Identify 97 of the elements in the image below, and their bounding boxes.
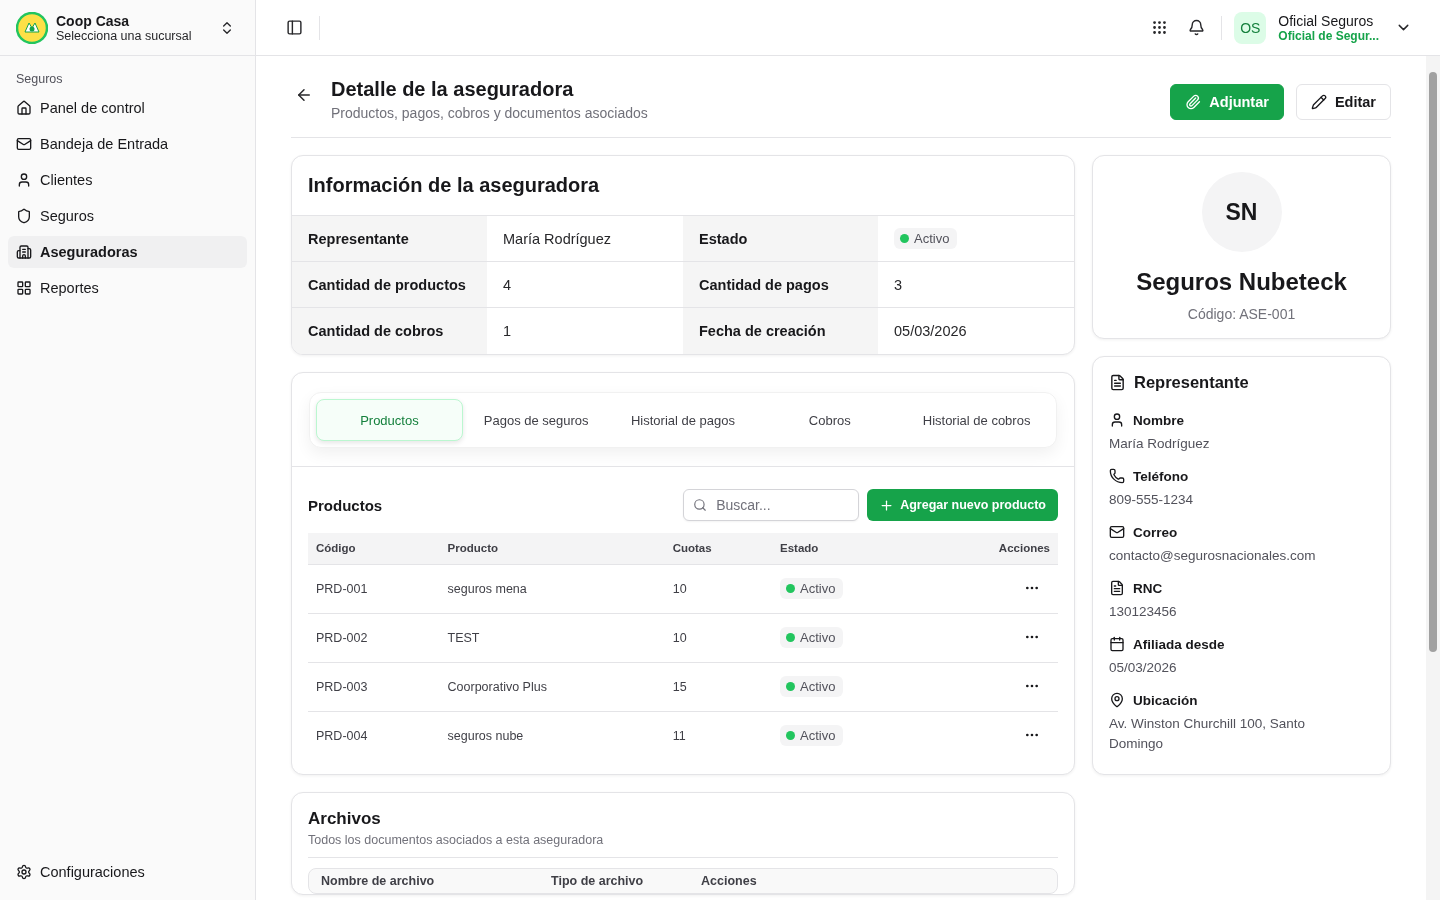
edit-button[interactable]: Editar bbox=[1295, 84, 1391, 120]
column-header: Código bbox=[308, 533, 440, 564]
status-badge: Activo bbox=[780, 725, 844, 747]
info-value: 1 bbox=[503, 323, 512, 339]
company-code: Código: ASE-001 bbox=[1187, 306, 1296, 322]
shield-icon bbox=[16, 208, 32, 224]
column-header: Nombre de archivo bbox=[321, 874, 436, 888]
info-value: 05/03/2026 bbox=[894, 323, 967, 339]
plus-icon bbox=[879, 497, 895, 513]
table-cell: seguros nube bbox=[439, 711, 665, 760]
field-value: 130123456 bbox=[1109, 603, 1178, 621]
info-label: Representante bbox=[292, 216, 487, 262]
card-subtitle: Todos los documentos asociados a esta aseguradora bbox=[308, 833, 1058, 858]
nav-item[interactable]: Clientes bbox=[8, 164, 247, 196]
column-header: Cuotas bbox=[664, 533, 772, 564]
mail-icon bbox=[16, 136, 32, 152]
user-icon bbox=[1109, 412, 1125, 428]
column-header: Tipo de archivo bbox=[551, 874, 645, 888]
table-cell: PRD-002 bbox=[308, 613, 440, 662]
user-role: Oficial de Segur... bbox=[1278, 28, 1379, 43]
table-cell: PRD-003 bbox=[308, 662, 440, 711]
settings-link[interactable]: Configuraciones bbox=[8, 856, 247, 888]
scrollbar[interactable] bbox=[1426, 56, 1440, 900]
document-icon bbox=[1109, 580, 1125, 596]
nav-item[interactable]: Aseguradoras bbox=[8, 236, 247, 268]
table-cell: PRD-004 bbox=[308, 711, 440, 760]
info-label: Estado bbox=[683, 216, 878, 262]
table-cell: PRD-001 bbox=[308, 564, 440, 613]
table-cell: 10 bbox=[664, 564, 772, 613]
info-value: María Rodríguez bbox=[503, 230, 611, 247]
section-title: Productos bbox=[308, 496, 384, 514]
field-label: RNC bbox=[1133, 580, 1163, 596]
field-label: Teléfono bbox=[1133, 468, 1189, 484]
document-icon bbox=[1109, 374, 1126, 391]
table-cell: TEST bbox=[439, 613, 665, 662]
column-header: Producto bbox=[439, 533, 665, 564]
nav-item[interactable]: Panel de control bbox=[8, 92, 247, 124]
page-title: Detalle de la aseguradora bbox=[331, 78, 575, 101]
field-label: Ubicación bbox=[1133, 692, 1198, 708]
info-label: Fecha de creación bbox=[683, 308, 878, 354]
info-label: Cantidad de productos bbox=[292, 262, 487, 308]
status-badge: Activo bbox=[780, 578, 844, 599]
phone-icon bbox=[1109, 468, 1125, 484]
settings-icon bbox=[16, 864, 32, 880]
nav-item[interactable]: Bandeja de Entrada bbox=[8, 128, 247, 160]
column-header: Acciones bbox=[701, 874, 758, 888]
field-value: Av. Winston Churchill 100, Santo Domingo bbox=[1109, 715, 1307, 753]
user-name: Oficial Seguros bbox=[1278, 12, 1375, 29]
info-label: Cantidad de cobros bbox=[292, 308, 487, 354]
pencil-icon bbox=[1310, 94, 1327, 110]
column-header: Acciones bbox=[926, 533, 1058, 564]
pin-icon bbox=[1109, 692, 1125, 708]
page-subtitle: Productos, pagos, cobros y documentos asociados bbox=[331, 105, 649, 121]
tab[interactable]: Historial de pagos bbox=[609, 399, 757, 441]
field-value: contacto@segurosnacionales.com bbox=[1109, 547, 1317, 565]
info-value: 3 bbox=[894, 276, 903, 293]
field-value: 05/03/2026 bbox=[1109, 659, 1178, 677]
field-label: Nombre bbox=[1133, 412, 1184, 428]
tab[interactable]: Historial de cobros bbox=[903, 399, 1050, 441]
logo-icon bbox=[16, 11, 48, 44]
company-name: Seguros Nubeteck bbox=[1136, 268, 1347, 296]
search-field[interactable]: Buscar... bbox=[683, 489, 860, 521]
tab[interactable]: Productos bbox=[316, 399, 463, 441]
grid-icon bbox=[16, 280, 32, 296]
card-title: Archivos bbox=[308, 809, 382, 829]
tab[interactable]: Pagos de seguros bbox=[462, 399, 610, 441]
nav-item[interactable]: Seguros bbox=[8, 200, 247, 232]
tab[interactable]: Cobros bbox=[756, 399, 904, 441]
section-label: Seguros bbox=[15, 71, 64, 88]
field-label: Correo bbox=[1133, 524, 1178, 540]
nav-item[interactable]: Reportes bbox=[8, 272, 247, 304]
org-subtitle: Selecciona una sucursal bbox=[56, 28, 193, 43]
status-badge: Activo bbox=[780, 676, 844, 697]
card-title: Representante bbox=[1134, 373, 1249, 392]
info-label: Cantidad de pagos bbox=[683, 262, 878, 308]
building-icon bbox=[16, 244, 32, 260]
user-icon bbox=[16, 172, 32, 188]
mail-icon bbox=[1109, 524, 1125, 540]
table-cell: seguros mena bbox=[439, 564, 665, 613]
calendar-icon bbox=[1109, 636, 1125, 652]
status-badge: Activo bbox=[894, 228, 958, 249]
column-header: Estado bbox=[772, 533, 927, 564]
field-label: Afiliada desde bbox=[1133, 636, 1225, 652]
home-icon bbox=[16, 100, 32, 116]
info-value: 4 bbox=[503, 276, 512, 293]
paperclip-icon bbox=[1185, 94, 1202, 110]
table-cell: 15 bbox=[664, 662, 772, 711]
org-name: Coop Casa bbox=[56, 12, 131, 29]
table-cell: Coorporativo Plus bbox=[439, 662, 665, 711]
table-cell: 10 bbox=[664, 613, 772, 662]
table-cell: 11 bbox=[664, 711, 772, 760]
user-avatar: OS bbox=[1234, 11, 1267, 44]
field-value: María Rodríguez bbox=[1109, 435, 1211, 453]
search-icon bbox=[693, 498, 708, 512]
company-avatar: SN bbox=[1201, 172, 1282, 252]
status-badge: Activo bbox=[780, 627, 844, 648]
field-value: 809-555-1234 bbox=[1109, 491, 1195, 509]
